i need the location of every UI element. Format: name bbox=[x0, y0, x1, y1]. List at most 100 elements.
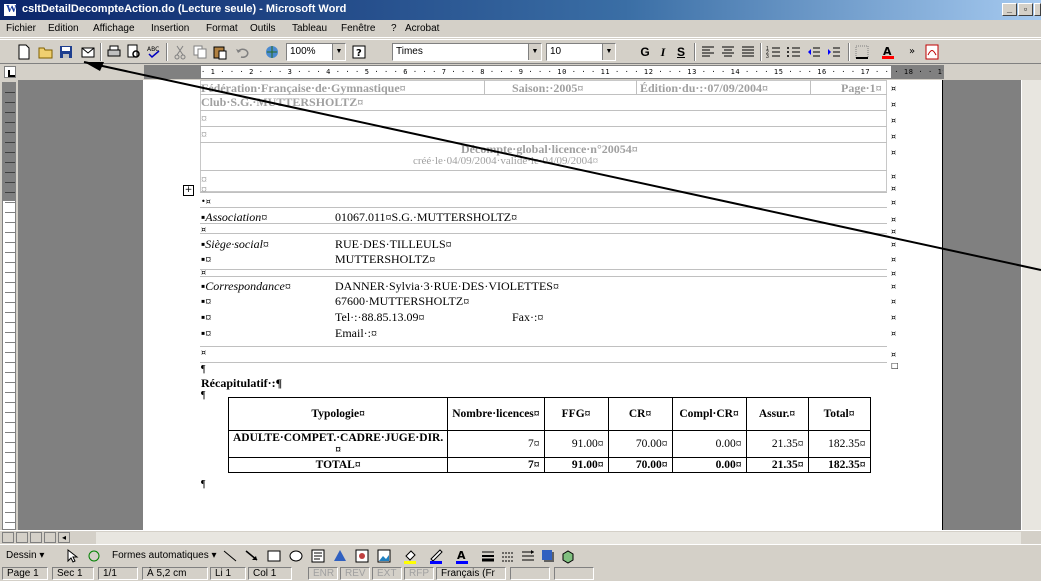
scroll-left-icon[interactable]: ◂ bbox=[58, 532, 70, 543]
toolbar-options-icon[interactable]: » bbox=[906, 44, 922, 60]
draw-font-color-icon[interactable]: A bbox=[454, 548, 470, 564]
paste-icon[interactable] bbox=[212, 44, 228, 60]
row-end-mark: ¤ bbox=[891, 84, 897, 93]
vertical-ruler[interactable] bbox=[2, 82, 16, 530]
fill-color-icon[interactable] bbox=[402, 548, 418, 564]
ellipse-tool-icon[interactable] bbox=[288, 548, 304, 564]
menu-outils[interactable]: Outils bbox=[250, 23, 276, 34]
shadow-icon[interactable] bbox=[540, 548, 556, 564]
underline-button[interactable]: S bbox=[674, 45, 688, 59]
wordart-icon[interactable] bbox=[332, 548, 348, 564]
menu-fichier[interactable]: Fichier bbox=[6, 23, 36, 34]
minimize-button[interactable]: _ bbox=[1002, 3, 1017, 16]
textbox-tool-icon[interactable] bbox=[310, 548, 326, 564]
close-button[interactable] bbox=[1034, 3, 1041, 16]
header-divider bbox=[810, 80, 811, 94]
line-tool-icon[interactable] bbox=[222, 548, 238, 564]
font-size-select[interactable]: 10 ▼ bbox=[546, 43, 616, 61]
font-color-icon[interactable]: A bbox=[880, 44, 896, 60]
dash-style-icon[interactable] bbox=[500, 548, 516, 564]
document-page[interactable]: Fédération·Française·de·Gymnastique¤ Sai… bbox=[143, 80, 943, 530]
italic-button[interactable]: I bbox=[656, 45, 670, 60]
horizontal-ruler[interactable]: · 1 · · · 2 · · · 3 · · · 4 · · · 5 · · … bbox=[144, 65, 944, 79]
row-end-mark: ¤ bbox=[891, 329, 897, 338]
zoom-select[interactable]: 100% ▼ bbox=[286, 43, 346, 61]
cell-total-total: 182.35¤ bbox=[807, 457, 871, 473]
print-icon[interactable] bbox=[106, 44, 122, 60]
row-end-mark: ¤ bbox=[891, 215, 897, 224]
menu-help[interactable]: ? bbox=[391, 23, 397, 34]
bullets-icon[interactable] bbox=[786, 44, 802, 60]
field-label-siege: ▪Siège·social¤ bbox=[201, 237, 269, 251]
header-divider bbox=[636, 80, 637, 94]
font-select[interactable]: Times ▼ bbox=[392, 43, 542, 61]
new-document-icon[interactable] bbox=[16, 44, 32, 60]
copy-icon[interactable] bbox=[192, 44, 208, 60]
borders-icon[interactable] bbox=[854, 44, 870, 60]
field-label-empty: ▪¤ bbox=[201, 294, 212, 308]
help-icon[interactable]: ? bbox=[352, 44, 368, 60]
cell-compl-cr: 0.00¤ bbox=[671, 430, 747, 458]
cut-icon[interactable] bbox=[172, 44, 188, 60]
line-color-icon[interactable] bbox=[428, 548, 444, 564]
menu-insertion[interactable]: Insertion bbox=[151, 23, 189, 34]
row-end-mark: ¤ bbox=[891, 184, 897, 193]
status-rfp[interactable]: RFP bbox=[404, 567, 434, 580]
spelling-icon[interactable]: ABC bbox=[146, 44, 162, 60]
page-view-icon[interactable] bbox=[30, 532, 42, 543]
header-page: Page·1¤ bbox=[841, 81, 882, 95]
field-value-siege: RUE·DES·TILLEULS¤ bbox=[335, 237, 452, 251]
align-left-icon[interactable] bbox=[700, 44, 716, 60]
horizontal-scrollbar[interactable] bbox=[96, 532, 1021, 544]
dessin-menu[interactable]: Dessin ▾ bbox=[6, 550, 44, 561]
menu-tableau[interactable]: Tableau bbox=[292, 23, 327, 34]
increase-indent-icon[interactable] bbox=[826, 44, 842, 60]
save-icon[interactable] bbox=[58, 44, 74, 60]
table-move-handle-icon[interactable]: + bbox=[183, 185, 194, 196]
menu-fenetre[interactable]: Fenêtre bbox=[341, 23, 375, 34]
cell-total-ffg: 91.00¤ bbox=[543, 457, 609, 473]
ruler-ticks: · 1 · · · 2 · · · 3 · · · 4 · · · 5 · · … bbox=[201, 68, 944, 76]
word-app-icon[interactable] bbox=[3, 3, 17, 17]
restore-button[interactable]: ▫ bbox=[1018, 3, 1033, 16]
undo-icon[interactable] bbox=[234, 44, 250, 60]
menu-acrobat[interactable]: Acrobat bbox=[405, 23, 439, 34]
menu-edition[interactable]: Edition bbox=[48, 23, 79, 34]
justify-icon[interactable] bbox=[740, 44, 756, 60]
bold-button[interactable]: G bbox=[638, 45, 652, 59]
tab-selector-icon[interactable] bbox=[4, 66, 16, 78]
print-preview-icon[interactable] bbox=[126, 44, 142, 60]
email-icon[interactable] bbox=[80, 44, 96, 60]
3d-icon[interactable] bbox=[560, 548, 576, 564]
image-icon[interactable] bbox=[376, 548, 392, 564]
rectangle-tool-icon[interactable] bbox=[266, 548, 282, 564]
decrease-indent-icon[interactable] bbox=[806, 44, 822, 60]
menu-format[interactable]: Format bbox=[206, 23, 238, 34]
hyperlink-icon[interactable] bbox=[264, 44, 280, 60]
rotate-icon[interactable] bbox=[86, 548, 102, 564]
arrow-tool-icon[interactable] bbox=[244, 548, 260, 564]
line-style-icon[interactable] bbox=[480, 548, 496, 564]
outline-view-icon[interactable] bbox=[44, 532, 56, 543]
numbering-icon[interactable]: 123 bbox=[766, 44, 782, 60]
status-rev[interactable]: REV bbox=[340, 567, 370, 580]
status-ext[interactable]: EXT bbox=[372, 567, 402, 580]
cell-mark: ¤ bbox=[201, 127, 207, 141]
status-enr[interactable]: ENR bbox=[308, 567, 338, 580]
svg-text:?: ? bbox=[356, 48, 362, 59]
web-view-icon[interactable] bbox=[16, 532, 28, 543]
vertical-scrollbar[interactable] bbox=[1021, 80, 1041, 530]
acrobat-pdf-icon[interactable] bbox=[924, 44, 940, 60]
arrow-style-icon[interactable] bbox=[520, 548, 536, 564]
normal-view-icon[interactable] bbox=[2, 532, 14, 543]
formes-menu[interactable]: Formes automatiques ▾ bbox=[112, 550, 217, 561]
menu-affichage[interactable]: Affichage bbox=[93, 23, 135, 34]
row-end-mark: ¤ bbox=[891, 198, 897, 207]
clipart-icon[interactable] bbox=[354, 548, 370, 564]
table-header-row: Typologie¤ Nombre·licences¤ FFG¤ CR¤ Com… bbox=[227, 397, 871, 431]
paragraph-mark: ¶ bbox=[201, 479, 206, 490]
row-end-mark: ¤ bbox=[891, 350, 897, 359]
select-arrow-icon[interactable] bbox=[64, 548, 80, 564]
open-folder-icon[interactable] bbox=[38, 44, 54, 60]
align-center-icon[interactable] bbox=[720, 44, 736, 60]
